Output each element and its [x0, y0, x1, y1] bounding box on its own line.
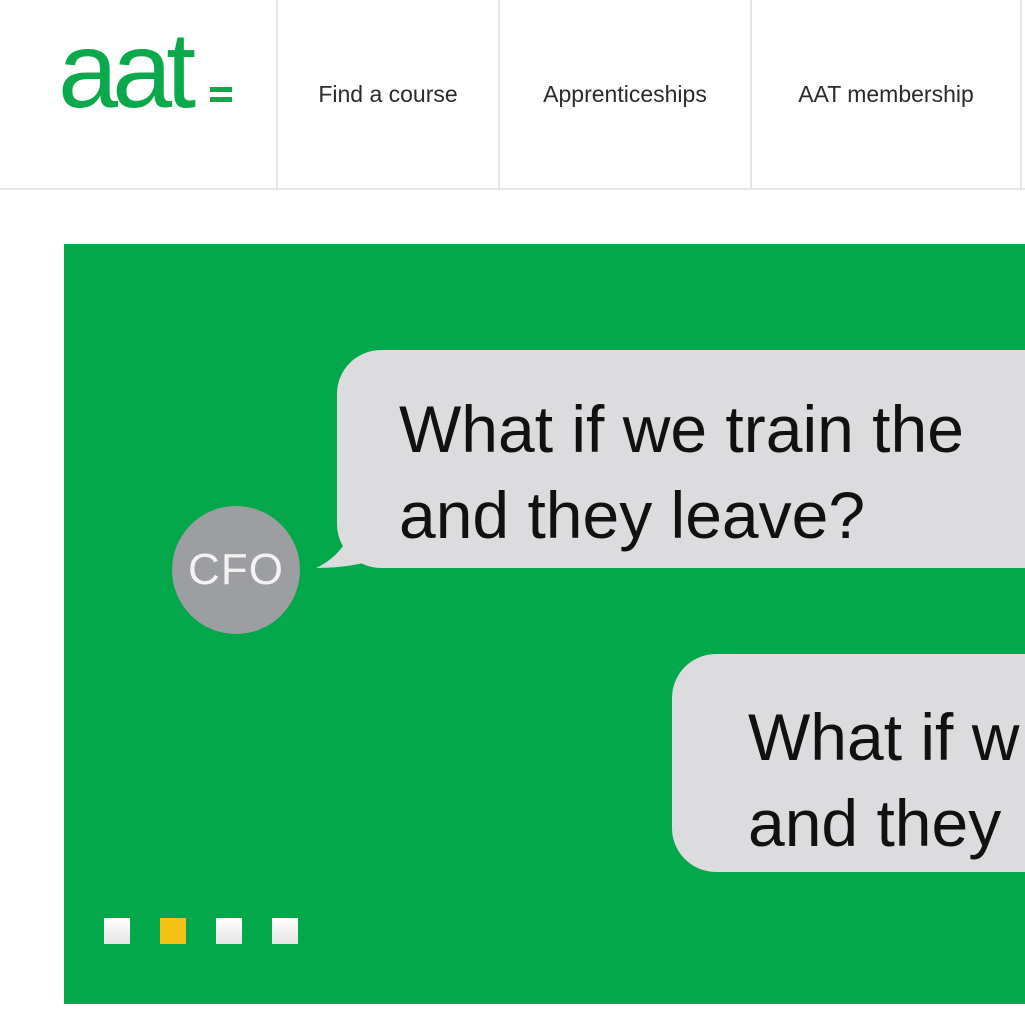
carousel-dot-1[interactable] — [104, 918, 130, 944]
nav-find-a-course[interactable]: Find a course — [278, 0, 498, 188]
hero-carousel-slide[interactable]: What if we train the and they leave? CFO… — [64, 244, 1025, 1004]
site-header: aat Find a course Apprenticeships AAT me… — [0, 0, 1025, 190]
nav-divider — [1020, 0, 1022, 190]
logo-accent-bar-bottom — [210, 97, 232, 102]
logo-wordmark: aat — [58, 9, 196, 130]
speech-bubble-reply: What if w and they — [672, 654, 1025, 872]
carousel-dot-3[interactable] — [216, 918, 242, 944]
carousel-dot-2[interactable] — [160, 918, 186, 944]
aat-logo[interactable]: aat — [58, 16, 233, 146]
bubble-text-line: and they — [748, 786, 1002, 860]
bubble-text-line: What if we train the — [399, 392, 964, 466]
logo-accent-bar-top — [210, 87, 232, 92]
bubble-text-line: and they leave? — [399, 478, 866, 552]
carousel-dot-4[interactable] — [272, 918, 298, 944]
cfo-avatar: CFO — [172, 506, 300, 634]
speech-bubble-cfo: What if we train the and they leave? — [337, 350, 1025, 568]
nav-apprenticeships[interactable]: Apprenticeships — [500, 0, 750, 188]
nav-aat-membership[interactable]: AAT membership — [752, 0, 1020, 188]
bubble-text-line: What if w — [748, 700, 1020, 774]
